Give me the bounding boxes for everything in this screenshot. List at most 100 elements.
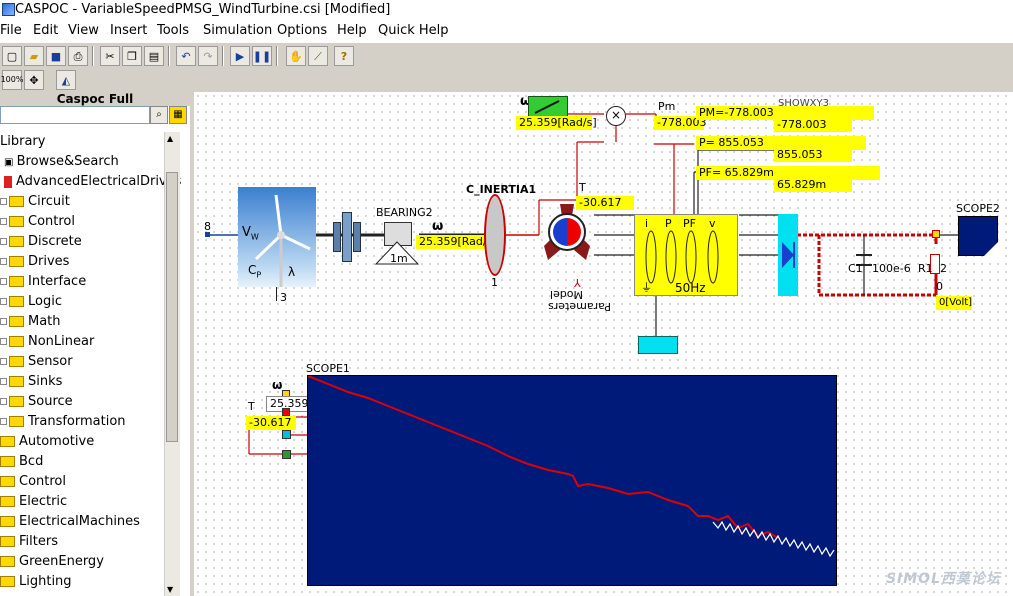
tree-item-advanced-electrical-drives[interactable]: AdvancedElectricalDrives [4,172,181,192]
expand-icon[interactable] [0,198,7,205]
expand-icon[interactable] [0,418,7,425]
cyan-source-block[interactable] [638,336,678,354]
help-button[interactable]: ? [334,46,354,66]
rectifier-block[interactable] [778,214,798,296]
folder-icon [9,276,24,287]
menu-edit[interactable]: Edit [33,23,58,38]
toolbar-separator [92,46,94,66]
toolbar-secondary: 100% ✥ ◭ [0,69,1013,92]
tree-item-bcd[interactable]: Bcd [0,452,43,472]
tree-item-browse-search[interactable]: ▣ Browse&Search [4,152,119,172]
expand-icon[interactable] [0,278,7,285]
search-button[interactable]: ⌕ [150,106,168,124]
expand-icon[interactable] [0,318,7,325]
open-folder-icon: ▰ [29,49,39,63]
menu-simulation[interactable]: Simulation [203,23,272,38]
scope1-display[interactable] [307,375,837,586]
scope-input-port-green[interactable] [282,450,291,459]
multiplier-block[interactable]: × [606,106,626,126]
tree-item-control[interactable]: Control [0,212,75,232]
schematic-canvas[interactable]: 8 VW CP λ 3 BEARING2 1m ω 25.359[Rad/s] … [194,92,1013,596]
menu-file[interactable]: File [0,23,22,38]
wind-node[interactable] [205,232,210,237]
omega-readout: 25.359[Rad/s] [416,235,497,249]
tree-item-control-2[interactable]: Control [0,472,66,492]
scope-input-port-cyan[interactable] [282,430,291,439]
open-file-button[interactable]: ▰ [24,46,44,66]
library-options-button[interactable]: ▦ [169,106,187,124]
tree-item-electrical-machines[interactable]: ElectricalMachines [0,512,140,532]
tree-item-sinks[interactable]: Sinks [0,372,62,392]
folder-icon [9,316,24,327]
pm-readout-2: -778.003 [774,118,852,132]
expand-icon[interactable] [0,398,7,405]
expand-icon[interactable] [0,338,7,345]
wind-turbine-block[interactable]: VW CP λ [238,187,316,287]
cut-button[interactable]: ✂ [100,46,120,66]
plot-button[interactable]: ⟋ [308,46,328,66]
print-button[interactable]: ⎙ [68,46,88,66]
tree-item-math[interactable]: Math [0,312,61,332]
expand-icon[interactable] [0,298,7,305]
paste-button[interactable]: ▤ [144,46,164,66]
inertia-disk[interactable] [484,194,506,276]
power-meter-block[interactable]: i P PF v 50Hz ⏚ [634,214,738,296]
voltage-probe-node[interactable] [932,230,940,238]
folder-icon [9,196,24,207]
copy-button[interactable]: ❐ [122,46,142,66]
tree-item-transformation[interactable]: Transformation [0,412,126,432]
scroll-down-arrow-icon[interactable]: ▼ [167,585,173,594]
menu-options[interactable]: Options [277,23,327,38]
tree-item-interface[interactable]: Interface [0,272,86,292]
hand-tool-button[interactable]: ✋ [286,46,306,66]
run-simulation-button[interactable]: ▶ [230,46,250,66]
hand-icon: ✋ [289,49,303,63]
tree-item-sensor[interactable]: Sensor [0,352,73,372]
undo-button[interactable]: ↶ [176,46,196,66]
tree-item-lighting[interactable]: Lighting [0,572,72,592]
menu-tools[interactable]: Tools [157,23,189,38]
menu-view[interactable]: View [68,23,99,38]
tree-item-circuit[interactable]: Circuit [0,192,70,212]
scope-torque-readout: -30.617 [246,416,296,430]
new-file-button[interactable]: ▢ [2,46,22,66]
scrollbar-thumb[interactable] [166,172,178,442]
scope-torque-port[interactable] [282,408,290,416]
model-parameters-label: Parameters [548,300,611,313]
pmsg-generator[interactable] [540,202,594,260]
tree-item-filters[interactable]: Filters [0,532,58,552]
zoom-fit-button[interactable]: ✥ [24,70,44,90]
gearbox-icon[interactable] [333,212,361,262]
library-search-input[interactable] [0,106,150,124]
components-button[interactable]: ◭ [56,70,76,90]
tree-item-logic[interactable]: Logic [0,292,62,312]
inertia-node: 1 [491,276,498,289]
expand-icon[interactable] [0,258,7,265]
scope2-block[interactable] [958,216,999,257]
tree-item-library[interactable]: Library [0,132,45,152]
expand-icon[interactable] [0,218,7,225]
tree-item-green-energy[interactable]: GreenEnergy [0,552,104,572]
tree-item-source[interactable]: Source [0,392,73,412]
save-button[interactable]: ■ [46,46,66,66]
expand-icon[interactable] [0,238,7,245]
tree-item-drives[interactable]: Drives [0,252,69,272]
pause-simulation-button[interactable]: ❚❚ [252,46,272,66]
tree-item-electric[interactable]: Electric [0,492,67,512]
folder-icon [0,556,15,567]
tree-item-automotive[interactable]: Automotive [0,432,94,452]
tree-item-nonlinear[interactable]: NonLinear [0,332,94,352]
redo-button[interactable]: ↷ [198,46,218,66]
menu-insert[interactable]: Insert [110,23,147,38]
drives-icon [4,175,12,188]
zoom-100-button[interactable]: 100% [1,70,23,90]
p-readout-2: 855.053 [774,148,852,162]
library-scrollbar[interactable]: ▲ ▼ [164,132,180,596]
scroll-up-arrow-icon[interactable]: ▲ [167,134,173,143]
menu-quick-help[interactable]: Quick Help [378,23,449,38]
menu-help[interactable]: Help [337,23,367,38]
expand-icon[interactable] [0,358,7,365]
torque-label: T [579,181,586,194]
tree-item-discrete[interactable]: Discrete [0,232,82,252]
expand-icon[interactable] [0,378,7,385]
